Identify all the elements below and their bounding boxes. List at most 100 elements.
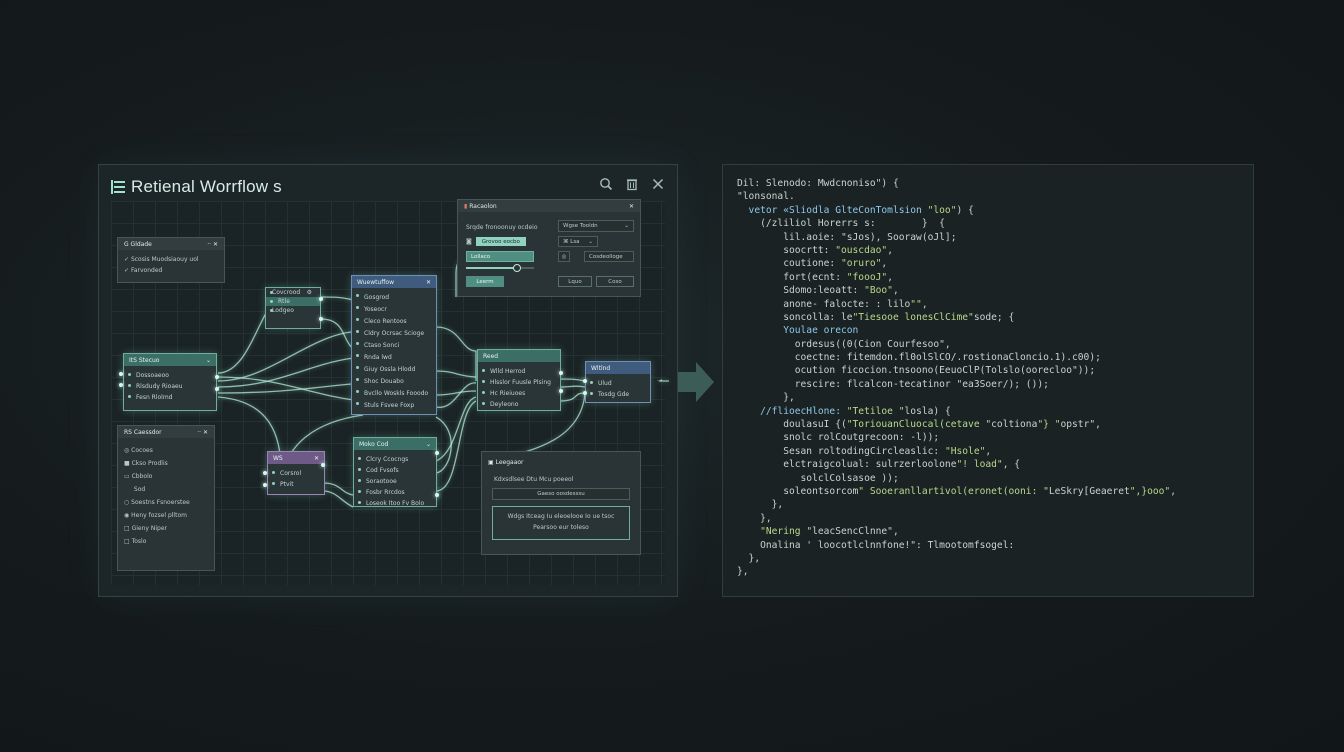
secondary-button[interactable]: Lquo [558,276,592,287]
output-port[interactable] [559,371,563,375]
node-row: Hc Rieiuoes [478,388,560,399]
tertiary-button[interactable]: Coso [596,276,634,287]
teal-node[interactable]: Reed Wlld Herrod Hlsslor Fuusle Plsing H… [477,349,561,411]
more-icon[interactable]: ·· ✕ [207,241,218,248]
output-node[interactable]: Wltlnd Ulud Tosdg Gde [585,361,651,403]
more-icon[interactable]: ·· ✕ [197,429,208,436]
chip[interactable]: Grovoo eocbo [475,237,526,246]
close-icon[interactable] [651,177,665,191]
teal-node[interactable]: ItS Stecuo ⌄ Dossoaeoo Rlsdudy Rioaeu Fes… [123,353,217,411]
node-row: Ulud [586,378,650,389]
property-button[interactable]: Cosdeolloge [584,251,634,262]
input-port[interactable] [263,471,267,475]
input-port[interactable] [119,372,123,376]
teal-node[interactable]: Moko Cod ⌄ Clcry Ccocngs Cod Fvsofs Sorao… [353,437,437,507]
code-line: solclColsasoe )); [737,472,899,484]
node-header: Wuewtuffow ✕ [352,276,436,288]
output-port[interactable] [319,317,323,321]
workflow-editor-window: Retienal Worrflow s G Gldade ·· ✕ ✓ Scos… [98,164,678,597]
code-line: ocution ficocion.tnsoono(EeuoClP(Tolslo(… [737,365,1096,377]
close-icon[interactable]: ✕ [314,455,319,462]
node-rows: Clcry Ccocngs Cod Fvsofs Soraotooe Fosbr… [354,450,436,509]
node-rows: Corsrol Ptvit [268,464,324,490]
list-item[interactable]: □ Gieny Niper [124,522,208,535]
output-port[interactable] [559,389,563,393]
close-icon[interactable]: ✕ [629,203,634,210]
toggle-icon[interactable]: ◎ [558,251,570,262]
output-port[interactable] [435,493,439,497]
wire [217,376,364,402]
components-list: ◎ Cocoes ■ Ckso Prodlis ▭ Cbbolo Sod ○ S… [118,438,214,554]
node-row: Fesn Rlolmd [124,392,216,403]
primary-button[interactable]: Leerm [466,276,504,287]
list-item[interactable]: ◎ Cocoes [124,444,208,457]
list-item[interactable]: ✓ Scosis Muodsiaouy uol [124,254,218,265]
output-port[interactable] [215,387,219,391]
output-connector[interactable]: ·• [657,377,663,385]
gear-icon: ◎ [124,447,130,454]
node-row: Covcrood ⚙ [266,288,320,297]
node-rows: Ulud Tosdg Gde [586,374,650,400]
list-item[interactable]: Sod [124,483,208,496]
close-icon[interactable]: ✕ [426,279,431,286]
input-port[interactable] [263,483,267,487]
slider-handle[interactable] [512,264,521,272]
logs-filter-field[interactable]: Gaeso oosdesssu [492,488,630,500]
list-item[interactable]: □ Toslo [124,535,208,548]
box-icon: ▭ [124,473,130,480]
list-item[interactable]: ○ Soestns Fsnoerstee [124,496,208,509]
small-node[interactable]: Covcrood ⚙ Rtle Lodgeo [265,287,321,329]
property-select[interactable]: Wgse Tooldn ⌄ [558,220,634,232]
code-line: lil.aoie: "sJos), Sooraw(oJl]; [737,231,957,243]
code-line: soleontsorcom" Sooeranllartivol(eronet(o… [737,485,1176,497]
output-port[interactable] [215,375,219,379]
output-port[interactable] [435,451,439,455]
purple-node[interactable]: WS ✕ Corsrol Ptvit [267,451,325,495]
code-line: Sesan roltodingCircleaslic: "Hsole", [737,445,992,457]
code-view[interactable]: Dil: Slenodo: Mwdcnoniso") {"lonsonal. v… [737,177,1176,579]
code-line: doulasuI {("ToriouanCluocal(cetave "colt… [737,419,1101,431]
circle-icon: ○ [124,499,130,506]
camera-icon: ◙ [466,238,472,245]
property-slider[interactable] [466,264,534,272]
list-item[interactable]: ✓ Farvonded [124,265,218,276]
input-port[interactable] [583,391,587,395]
node-row: Deyleono [478,399,560,410]
globals-header: G Gldade ·· ✕ [118,238,224,250]
chevron-down-icon[interactable]: ⌄ [426,441,431,448]
node-row: Cldry Ocrsac Scioge [352,327,436,339]
node-canvas[interactable]: G Gldade ·· ✕ ✓ Scosis Muodsiaouy uol ✓ … [111,199,669,585]
app-icon: ▮ [464,202,468,210]
list-item[interactable]: ◉ Heny fozsel plltom [124,509,208,522]
property-field[interactable]: Lollaco [466,251,534,262]
code-line: Onalina ' loocotlclnnfone!": Tlmootomfso… [737,539,1015,551]
wire [558,385,586,388]
code-line: soocrtt: "ouscdao", [737,244,893,256]
code-line: coutione: "oruro", [737,258,888,270]
log-line: Wdgs Itceag Iu eleoelooe Io ue tsoc [507,513,615,520]
search-icon[interactable] [599,177,613,191]
workflow-node[interactable]: Wuewtuffow ✕ Gosgrod Yoseocr Cleco Rentoo… [351,275,437,415]
code-line: anone- falocte: : lilo"", [737,298,928,310]
list-item[interactable]: ▭ Cbbolo [124,470,208,483]
input-port[interactable] [583,379,587,383]
node-header: Moko Cod ⌄ [354,438,436,450]
list-item[interactable]: ■ Ckso Prodlis [124,457,208,470]
output-port[interactable] [319,297,323,301]
node-row: Gosgrod [352,291,436,303]
chevron-down-icon[interactable]: ⌄ [206,357,211,364]
node-rows: Gosgrod Yoseocr Cleco Rentoos Cldry Ocrs… [352,288,436,411]
settings-icon[interactable]: ⚙ [307,289,312,296]
node-header: Reed [478,350,560,362]
node-row: Soraotooe [354,476,436,487]
icon-select[interactable]: ⌘ Lsa ⌄ [558,236,598,247]
output-port[interactable] [321,463,325,467]
code-line: "lonsonal. [737,191,795,203]
code-line: //flioecHlone: "Tetiloe "losla) { [737,405,951,417]
menu-icon[interactable] [111,180,125,194]
trash-icon[interactable] [625,177,639,191]
input-port[interactable] [119,383,123,387]
code-line: fort(ecnt: "foooJ", [737,271,893,283]
block-icon: ■ [124,460,130,467]
node-row: Stuls Fsvee Foxp [352,399,436,411]
